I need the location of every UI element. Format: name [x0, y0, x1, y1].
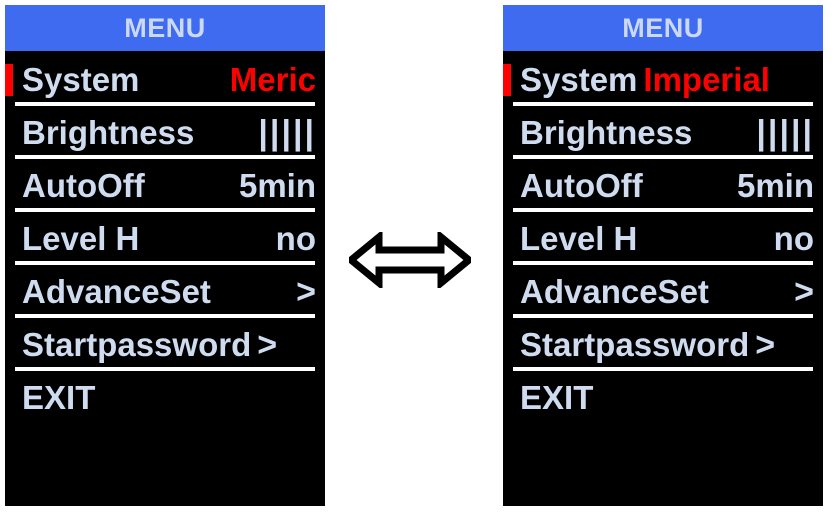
chevron-right-icon-right-startpassword: > — [755, 325, 776, 364]
menu-item-label-left-system: System — [22, 61, 140, 98]
menu-item-label-left-advanceset: AdvanceSet — [22, 273, 211, 310]
chevron-right-icon-left-startpassword: > — [257, 325, 278, 364]
selection-marker-icon-left — [5, 63, 13, 96]
menu-title-right: MENU — [622, 12, 704, 43]
menu-header-bar-left: MENU — [5, 5, 325, 51]
selection-marker-icon-right — [503, 63, 511, 96]
menu-item-label-right-exit: EXIT — [520, 379, 594, 416]
menu-item-startpassword-left[interactable]: Startpassword > — [5, 318, 325, 371]
menu-item-label-right-advanceset: AdvanceSet — [520, 273, 709, 310]
menu-item-value-left-system: Meric — [229, 61, 316, 98]
menu-item-level-h-left[interactable]: Level H no — [5, 212, 325, 265]
menu-item-brightness-right[interactable]: Brightness ||||| — [503, 106, 823, 159]
device-screen-metric: MENU System Meric Brightness ||||| AutoO… — [5, 5, 325, 506]
menu-title-left: MENU — [124, 12, 206, 43]
menu-item-label-right-startpassword: Startpassword — [520, 326, 750, 363]
device-screen-imperial: MENU System Imperial Brightness ||||| Au… — [503, 5, 823, 506]
double-headed-arrow-icon — [349, 232, 471, 288]
menu-empty-space-right — [503, 424, 823, 494]
menu-header-bar-right: MENU — [503, 5, 823, 51]
menu-item-label-right-level-h: Level H — [520, 220, 638, 257]
menu-item-label-right-autooff: AutoOff — [520, 167, 643, 204]
menu-item-exit-left[interactable]: EXIT — [5, 371, 325, 424]
menu-item-autooff-left[interactable]: AutoOff 5min — [5, 159, 325, 212]
menu-list-left: System Meric Brightness ||||| AutoOff 5m… — [5, 51, 325, 494]
menu-item-exit-right[interactable]: EXIT — [503, 371, 823, 424]
menu-item-label-right-brightness: Brightness — [520, 114, 693, 151]
menu-item-system-left[interactable]: System Meric — [5, 53, 325, 106]
menu-item-brightness-left[interactable]: Brightness ||||| — [5, 106, 325, 159]
menu-item-value-right-brightness: ||||| — [756, 113, 814, 152]
menu-item-level-h-right[interactable]: Level H no — [503, 212, 823, 265]
menu-item-value-left-brightness: ||||| — [258, 113, 316, 152]
menu-item-value-right-system: Imperial — [643, 61, 770, 98]
menu-item-startpassword-right[interactable]: Startpassword > — [503, 318, 823, 371]
menu-item-label-left-level-h: Level H — [22, 220, 140, 257]
menu-empty-space-left — [5, 424, 325, 494]
menu-item-value-left-autooff: 5min — [238, 167, 316, 204]
chevron-right-icon-right-advanceset: > — [794, 272, 814, 311]
menu-item-value-right-autooff: 5min — [736, 167, 814, 204]
menu-item-advanceset-left[interactable]: AdvanceSet > — [5, 265, 325, 318]
menu-item-label-right-system: System — [520, 61, 638, 98]
menu-item-advanceset-right[interactable]: AdvanceSet > — [503, 265, 823, 318]
menu-item-system-right[interactable]: System Imperial — [503, 53, 823, 106]
chevron-right-icon-left-advanceset: > — [296, 272, 316, 311]
menu-item-label-left-brightness: Brightness — [22, 114, 195, 151]
menu-item-value-right-level-h: no — [773, 220, 814, 257]
menu-item-label-left-autooff: AutoOff — [22, 167, 145, 204]
menu-item-value-left-level-h: no — [275, 220, 316, 257]
menu-list-right: System Imperial Brightness ||||| AutoOff… — [503, 51, 823, 494]
menu-item-label-left-startpassword: Startpassword — [22, 326, 252, 363]
menu-item-label-left-exit: EXIT — [22, 379, 96, 416]
comparison-figure: MENU System Meric Brightness ||||| AutoO… — [0, 0, 834, 516]
menu-item-autooff-right[interactable]: AutoOff 5min — [503, 159, 823, 212]
